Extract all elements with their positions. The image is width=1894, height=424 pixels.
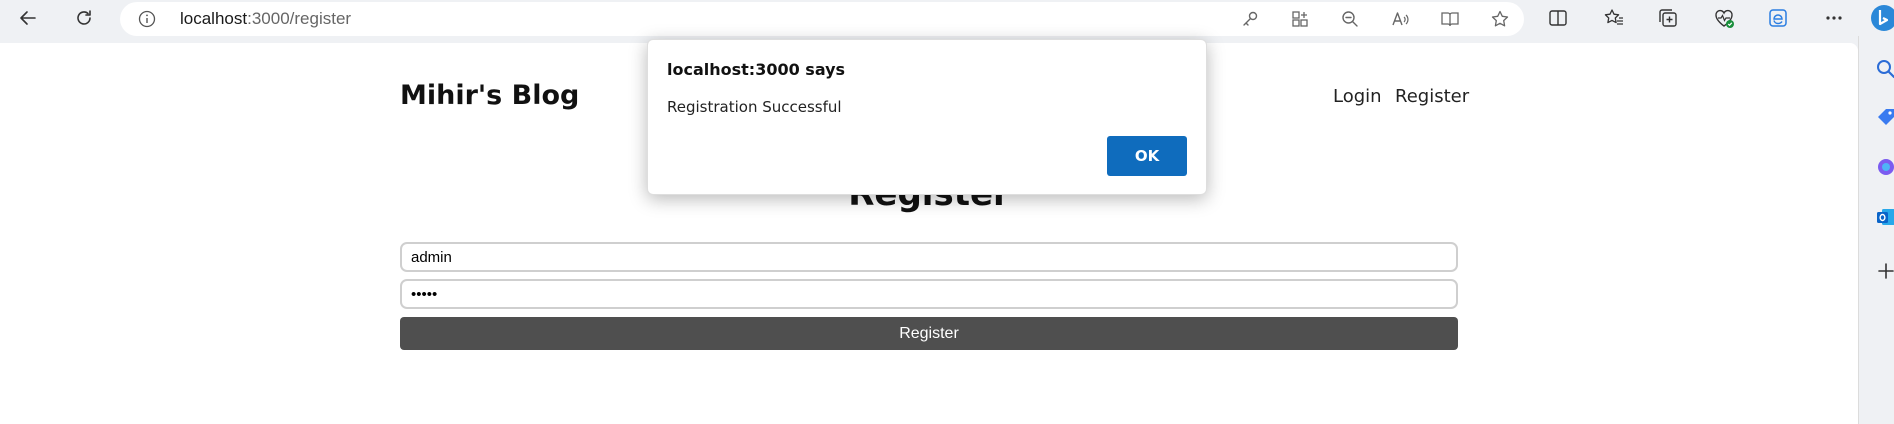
- nav-register-link[interactable]: Register: [1395, 86, 1469, 107]
- browser-toolbar: localhost:3000/register: [0, 0, 1894, 36]
- register-submit-button[interactable]: Register: [400, 317, 1458, 350]
- password-input[interactable]: [400, 279, 1458, 309]
- address-bar[interactable]: localhost:3000/register: [120, 2, 1524, 36]
- refresh-icon: [77, 10, 91, 25]
- read-aloud-icon[interactable]: [1390, 9, 1410, 29]
- key-icon[interactable]: [1240, 9, 1260, 29]
- search-icon[interactable]: [1875, 58, 1894, 80]
- url-host: localhost: [180, 9, 248, 28]
- info-icon[interactable]: [138, 10, 156, 28]
- zoom-out-icon[interactable]: [1340, 9, 1360, 29]
- add-icon[interactable]: [1875, 260, 1894, 282]
- url-path: :3000/register: [247, 9, 352, 28]
- collections-icon[interactable]: [1656, 6, 1680, 30]
- refresh-button[interactable]: [70, 4, 98, 32]
- browser-essentials-icon[interactable]: [1712, 6, 1736, 30]
- nav-login-link[interactable]: Login: [1333, 86, 1382, 107]
- split-screen-icon[interactable]: [1546, 6, 1570, 30]
- browser-sidebar: [1858, 36, 1894, 424]
- copilot-icon[interactable]: [1875, 156, 1894, 178]
- dialog-title: localhost:3000 says: [667, 60, 846, 79]
- back-button[interactable]: [14, 4, 42, 32]
- site-title[interactable]: Mihir's Blog: [400, 80, 579, 111]
- dialog-ok-button[interactable]: OK: [1107, 136, 1187, 176]
- dialog-message: Registration Successful: [667, 98, 842, 116]
- tag-icon[interactable]: [1875, 106, 1894, 128]
- bing-icon[interactable]: [1868, 2, 1894, 32]
- back-icon: [20, 11, 36, 25]
- favorite-star-icon[interactable]: [1490, 9, 1510, 29]
- immersive-reader-icon[interactable]: [1440, 9, 1460, 29]
- edge-icon[interactable]: [1766, 6, 1790, 30]
- address-url[interactable]: localhost:3000/register: [180, 9, 351, 29]
- favorites-icon[interactable]: [1602, 6, 1626, 30]
- outlook-icon[interactable]: [1875, 206, 1894, 228]
- more-icon[interactable]: [1822, 6, 1846, 30]
- username-input[interactable]: [400, 242, 1458, 272]
- alert-dialog: localhost:3000 says Registration Success…: [647, 39, 1207, 195]
- apps-icon[interactable]: [1290, 9, 1310, 29]
